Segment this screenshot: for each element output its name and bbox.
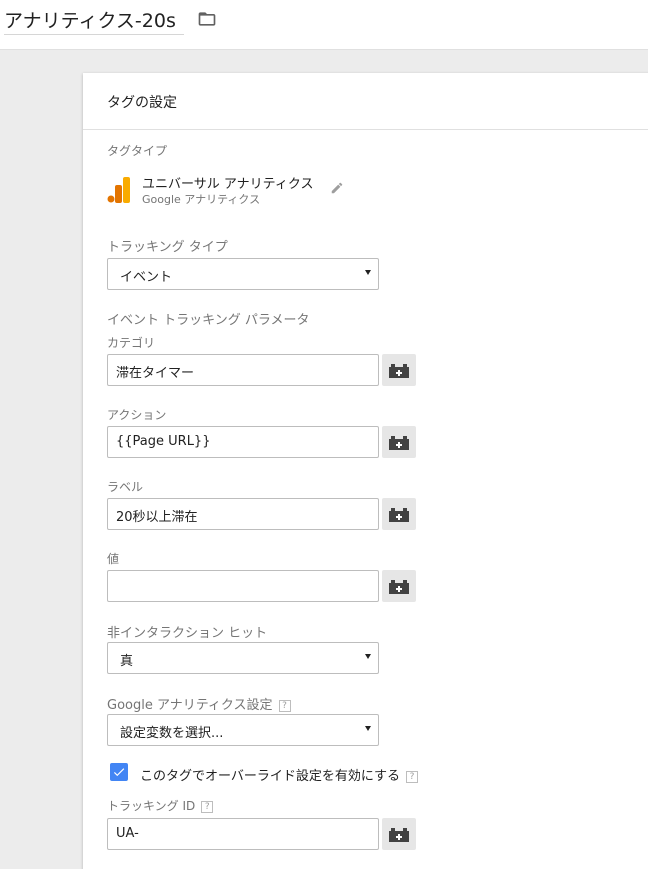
label-variable-button[interactable] <box>382 498 416 530</box>
top-bar: アナリティクス-20s <box>0 0 648 50</box>
help-icon[interactable]: ? <box>278 699 291 712</box>
card-title: タグの設定 <box>107 95 177 111</box>
value-variable-button[interactable] <box>382 570 416 602</box>
dropdown-caret-icon <box>365 654 371 659</box>
value-field-label: 値 <box>107 552 120 566</box>
event-params-section-label: イベント トラッキング パラメータ <box>107 313 310 328</box>
ga-settings-label: Google アナリティクス設定 <box>107 698 273 713</box>
tracking-type-select[interactable]: イベント <box>107 258 379 290</box>
tracking-id-label-row: トラッキング ID? <box>107 797 214 814</box>
non-interaction-select[interactable]: 真 <box>107 642 379 674</box>
variable-picker-icon <box>389 828 409 842</box>
dropdown-caret-icon <box>365 726 371 731</box>
variable-picker-icon <box>389 364 409 378</box>
tag-type-label: タグタイプ <box>107 144 168 158</box>
category-label: カテゴリ <box>107 336 156 350</box>
dropdown-caret-icon <box>365 270 371 275</box>
help-icon[interactable]: ? <box>406 770 419 783</box>
variable-picker-icon <box>389 436 409 450</box>
category-variable-button[interactable] <box>382 354 416 386</box>
tag-type-subtitle: Google アナリティクス <box>142 193 261 206</box>
label-field-label: ラベル <box>107 480 144 494</box>
tracking-id-label: トラッキング ID <box>107 799 196 813</box>
value-input[interactable] <box>107 570 379 602</box>
checkmark-icon <box>113 768 125 777</box>
ga-settings-select[interactable]: 設定変数を選択... <box>107 714 379 746</box>
help-icon[interactable]: ? <box>201 800 214 813</box>
label-input[interactable]: 20秒以上滞在 <box>107 498 379 530</box>
tracking-type-value: イベント <box>120 270 173 285</box>
tracking-id-variable-button[interactable] <box>382 818 416 850</box>
folder-icon[interactable] <box>196 9 218 29</box>
override-label[interactable]: このタグでオーバーライド設定を有効にする <box>140 769 400 784</box>
non-interaction-label: 非インタラクション ヒット <box>107 626 268 641</box>
variable-picker-icon <box>389 508 409 522</box>
tracking-id-input[interactable]: UA- <box>107 818 379 850</box>
variable-picker-icon <box>389 580 409 594</box>
non-interaction-value: 真 <box>120 654 134 669</box>
tag-type-name[interactable]: ユニバーサル アナリティクス <box>142 173 313 192</box>
tag-configuration-card: タグの設定 タグタイプ ユニバーサル アナリティクス Google アナリティク… <box>83 73 648 869</box>
card-divider <box>83 129 648 130</box>
override-label-row: このタグでオーバーライド設定を有効にする? <box>140 765 419 784</box>
action-variable-button[interactable] <box>382 426 416 458</box>
pencil-icon[interactable] <box>330 181 344 195</box>
action-input[interactable]: {{Page URL}} <box>107 426 379 458</box>
ga-settings-label-row: Google アナリティクス設定? <box>107 694 291 713</box>
ga-settings-value: 設定変数を選択... <box>120 726 224 741</box>
override-checkbox[interactable] <box>110 763 128 781</box>
tag-name-field[interactable]: アナリティクス-20s <box>4 6 184 35</box>
tracking-type-label: トラッキング タイプ <box>107 240 228 255</box>
action-label: アクション <box>107 408 167 422</box>
google-analytics-logo <box>107 177 130 203</box>
category-input[interactable]: 滞在タイマー <box>107 354 379 386</box>
